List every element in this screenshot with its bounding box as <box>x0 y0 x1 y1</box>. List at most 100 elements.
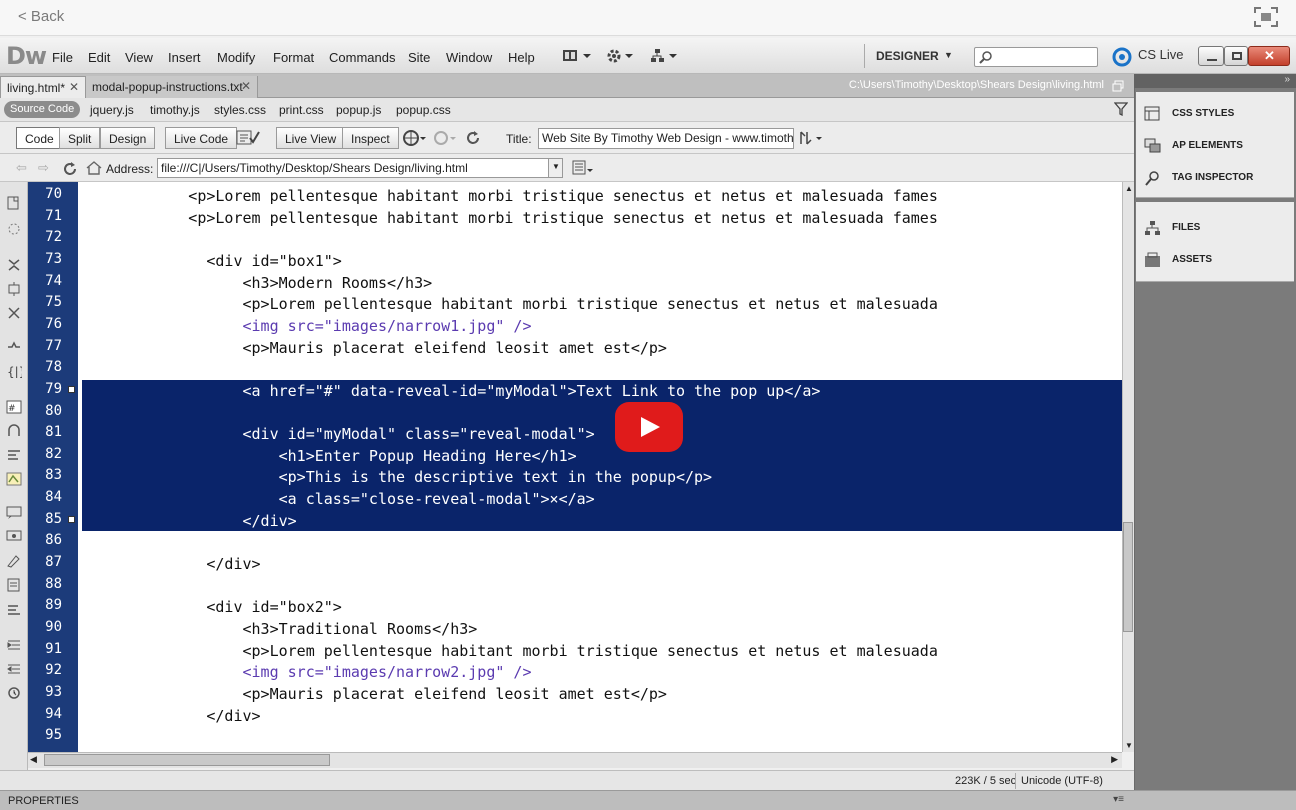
panel-assets[interactable]: ASSETS <box>1144 248 1292 272</box>
code-line[interactable]: <h3>Modern Rooms</h3> <box>98 273 432 295</box>
related-file-styles[interactable]: styles.css <box>214 103 266 117</box>
code-fold-toggle[interactable] <box>68 515 75 523</box>
open-documents-icon[interactable] <box>6 196 22 210</box>
play-icon[interactable] <box>641 417 660 437</box>
preview-browser-icon[interactable] <box>402 129 426 147</box>
recent-snippets-icon[interactable] <box>6 554 22 568</box>
live-code-button[interactable]: Live Code <box>165 127 238 149</box>
layout-icon[interactable] <box>562 48 592 64</box>
code-line[interactable]: <p>Lorem pellentesque habitant morbi tri… <box>98 186 938 208</box>
menu-view[interactable]: View <box>125 50 153 65</box>
indent-code-icon[interactable] <box>6 638 22 652</box>
inspect-button[interactable]: Inspect <box>342 127 399 149</box>
panel-css-styles[interactable]: CSS STYLES <box>1144 102 1292 126</box>
code-line[interactable]: <a href="#" data-reveal-id="myModal">Tex… <box>98 381 820 403</box>
code-line[interactable]: <div id="box1"> <box>98 251 341 273</box>
wrap-tag-icon[interactable] <box>6 530 22 544</box>
page-title-input[interactable]: Web Site By Timothy Web Design - www.tim… <box>538 128 794 149</box>
horizontal-scroll-thumb[interactable] <box>44 754 330 766</box>
menu-commands[interactable]: Commands <box>329 50 395 65</box>
address-input[interactable]: file:///C|/Users/Timothy/Desktop/Shears … <box>157 158 563 178</box>
related-file-popup-js[interactable]: popup.js <box>336 103 381 117</box>
nav-back-icon[interactable]: ⇦ <box>16 160 27 176</box>
address-dropdown[interactable]: ▼ <box>548 159 562 177</box>
view-options-icon[interactable] <box>572 160 594 176</box>
file-management-icon[interactable] <box>432 129 456 147</box>
related-file-print[interactable]: print.css <box>279 103 324 117</box>
cs-live-icon[interactable] <box>1112 46 1134 68</box>
remove-comment-icon[interactable] <box>6 506 22 520</box>
outdent-code-icon[interactable] <box>6 662 22 676</box>
menu-edit[interactable]: Edit <box>88 50 110 65</box>
move-css-icon[interactable] <box>6 578 22 592</box>
scroll-down-icon[interactable]: ▼ <box>1125 741 1133 750</box>
home-icon[interactable] <box>86 160 102 176</box>
code-line[interactable]: <p>Lorem pellentesque habitant morbi tri… <box>98 641 937 663</box>
nav-forward-icon[interactable]: ⇨ <box>38 160 49 176</box>
format-source-icon[interactable] <box>6 602 22 616</box>
refresh-icon[interactable] <box>464 129 482 147</box>
code-line[interactable]: <a class="close-reveal-modal">×</a> <box>98 489 595 511</box>
close-icon[interactable]: ✕ <box>69 80 79 94</box>
code-view-button[interactable]: Code <box>16 127 63 149</box>
check-validation-icon[interactable] <box>236 129 260 147</box>
syntax-error-alerts-icon[interactable] <box>6 448 22 462</box>
format-settings-icon[interactable] <box>6 686 22 700</box>
site-manager-icon[interactable] <box>650 48 680 64</box>
select-parent-tag-icon[interactable] <box>6 340 22 354</box>
help-search-input[interactable] <box>974 47 1098 67</box>
code-line[interactable]: <img src="images/narrow2.jpg" /> <box>98 662 531 684</box>
collapse-full-tag-icon[interactable] <box>6 258 22 272</box>
gear-icon[interactable] <box>606 48 636 64</box>
menu-help[interactable]: Help <box>508 50 535 65</box>
close-window-button[interactable]: ✕ <box>1248 46 1290 66</box>
related-file-timothy[interactable]: timothy.js <box>150 103 200 117</box>
minimize-button[interactable] <box>1198 46 1224 66</box>
workspace-switcher[interactable]: DESIGNER <box>876 49 939 63</box>
code-line[interactable]: <p>Mauris placerat eleifend leosit amet … <box>98 338 666 360</box>
show-code-navigator-icon[interactable] <box>6 222 22 236</box>
vertical-scrollbar[interactable]: ▲ ▼ <box>1122 182 1134 752</box>
tab-modal-popup-instructions[interactable]: modal-popup-instructions.txt ✕ <box>86 76 258 98</box>
properties-panel-bar[interactable]: PROPERTIES ▾≡ <box>0 790 1296 810</box>
code-line[interactable]: <h3>Traditional Rooms</h3> <box>98 619 477 641</box>
code-line[interactable]: <p>Lorem pellentesque habitant morbi tri… <box>98 294 937 316</box>
highlight-invalid-code-icon[interactable] <box>6 424 22 438</box>
code-line[interactable]: </div> <box>98 511 296 533</box>
back-button[interactable]: < Back <box>18 8 64 25</box>
related-file-popup-css[interactable]: popup.css <box>396 103 451 117</box>
code-line[interactable]: <img src="images/narrow1.jpg" /> <box>98 316 531 338</box>
vertical-scroll-thumb[interactable] <box>1123 522 1133 632</box>
tab-living-html[interactable]: living.html* ✕ <box>0 76 86 98</box>
refresh-icon[interactable] <box>62 161 78 177</box>
code-line[interactable]: <p>Mauris placerat eleifend leosit amet … <box>98 684 666 706</box>
validate-markup-icon[interactable] <box>798 129 822 147</box>
code-fold-toggle[interactable] <box>68 385 75 393</box>
expand-all-icon[interactable] <box>6 306 22 320</box>
panel-ap-elements[interactable]: AP ELEMENTS <box>1144 134 1292 158</box>
related-file-source-code[interactable]: Source Code <box>4 101 81 118</box>
fullscreen-icon[interactable] <box>1254 7 1278 27</box>
code-line[interactable]: <p>Lorem pellentesque habitant morbi tri… <box>98 208 938 230</box>
balance-braces-icon[interactable]: {|} <box>6 364 22 378</box>
code-line[interactable]: <h1>Enter Popup Heading Here</h1> <box>98 446 577 468</box>
menu-insert[interactable]: Insert <box>168 50 201 65</box>
code-line[interactable]: </div> <box>98 706 260 728</box>
apply-comment-icon[interactable] <box>6 472 22 486</box>
code-line[interactable]: </div> <box>98 554 260 576</box>
panel-menu-icon[interactable]: ▾≡ <box>1113 794 1124 805</box>
code-line[interactable]: <p>This is the descriptive text in the p… <box>98 467 712 489</box>
menu-modify[interactable]: Modify <box>217 50 255 65</box>
live-view-button[interactable]: Live View <box>276 127 346 149</box>
chevron-down-icon[interactable]: ▼ <box>944 50 953 60</box>
restore-document-icon[interactable] <box>1112 80 1124 92</box>
filter-icon[interactable] <box>1114 102 1128 116</box>
line-numbers-icon[interactable]: # <box>6 400 22 414</box>
panel-files[interactable]: FILES <box>1144 216 1292 240</box>
code-lines[interactable]: <p>Lorem pellentesque habitant morbi tri… <box>98 185 1122 750</box>
menu-window[interactable]: Window <box>446 50 492 65</box>
code-line[interactable]: <div id="myModal" class="reveal-modal"> <box>98 424 594 446</box>
scroll-right-icon[interactable]: ▶ <box>1111 754 1118 765</box>
close-icon[interactable]: ✕ <box>241 79 251 93</box>
cs-live-label[interactable]: CS Live <box>1138 47 1184 62</box>
